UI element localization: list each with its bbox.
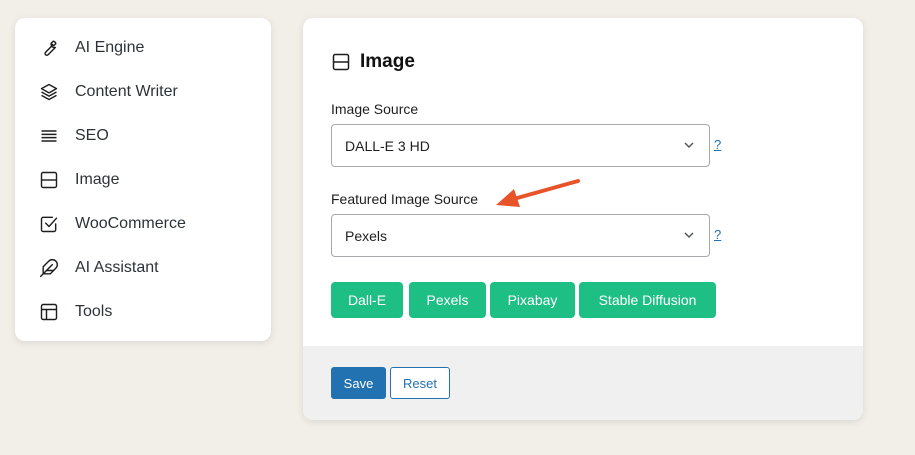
settings-sidebar: AI Engine Content Writer SEO Image WooCo… xyxy=(15,18,271,341)
image-settings-panel: Image Image Source DALL-E 3 HD ? Feature… xyxy=(303,18,863,420)
panel-footer: Save Reset xyxy=(303,346,863,420)
image-source-value: DALL-E 3 HD xyxy=(345,137,430,154)
featured-image-source-select[interactable]: Pexels xyxy=(331,214,710,257)
sidebar-item-content-writer[interactable]: Content Writer xyxy=(15,70,271,114)
image-source-label: Image Source xyxy=(331,101,419,117)
annotation-arrow-icon xyxy=(496,179,580,207)
stable-diffusion-button[interactable]: Stable Diffusion xyxy=(579,282,716,318)
layout-icon xyxy=(39,302,59,322)
chevron-down-icon xyxy=(684,232,694,239)
panel-title: Image xyxy=(331,51,415,73)
checkbox-icon xyxy=(39,214,59,234)
sidebar-item-label: AI Assistant xyxy=(75,259,159,276)
sidebar-item-label: AI Engine xyxy=(75,39,145,56)
image-source-help-link[interactable]: ? xyxy=(714,137,721,152)
sidebar-item-ai-assistant[interactable]: AI Assistant xyxy=(15,246,271,290)
wrench-icon xyxy=(39,38,59,58)
sidebar-item-woocommerce[interactable]: WooCommerce xyxy=(15,202,271,246)
sidebar-item-label: WooCommerce xyxy=(75,215,186,232)
panel-title-text: Image xyxy=(360,51,415,72)
sidebar-item-seo[interactable]: SEO xyxy=(15,114,271,158)
featured-image-source-label: Featured Image Source xyxy=(331,191,479,207)
sidebar-item-label: Image xyxy=(75,171,120,188)
pixabay-button[interactable]: Pixabay xyxy=(490,282,575,318)
featured-image-source-help-link[interactable]: ? xyxy=(714,227,721,242)
sidebar-item-label: Tools xyxy=(75,303,113,320)
pexels-button[interactable]: Pexels xyxy=(409,282,486,318)
sidebar-item-label: Content Writer xyxy=(75,83,178,100)
save-button[interactable]: Save xyxy=(331,367,386,399)
image-panel-icon xyxy=(39,170,59,190)
featured-image-source-value: Pexels xyxy=(345,227,388,244)
image-source-select[interactable]: DALL-E 3 HD xyxy=(331,124,710,167)
sidebar-item-image[interactable]: Image xyxy=(15,158,271,202)
layers-icon xyxy=(39,82,59,102)
image-panel-icon xyxy=(331,52,351,72)
dall-e-button[interactable]: Dall-E xyxy=(331,282,403,318)
feather-icon xyxy=(39,258,59,278)
sidebar-item-tools[interactable]: Tools xyxy=(15,290,271,334)
sidebar-item-label: SEO xyxy=(75,127,109,144)
sidebar-item-ai-engine[interactable]: AI Engine xyxy=(15,26,271,70)
reset-button[interactable]: Reset xyxy=(390,367,450,399)
chevron-down-icon xyxy=(684,142,694,149)
lines-icon xyxy=(39,126,59,146)
